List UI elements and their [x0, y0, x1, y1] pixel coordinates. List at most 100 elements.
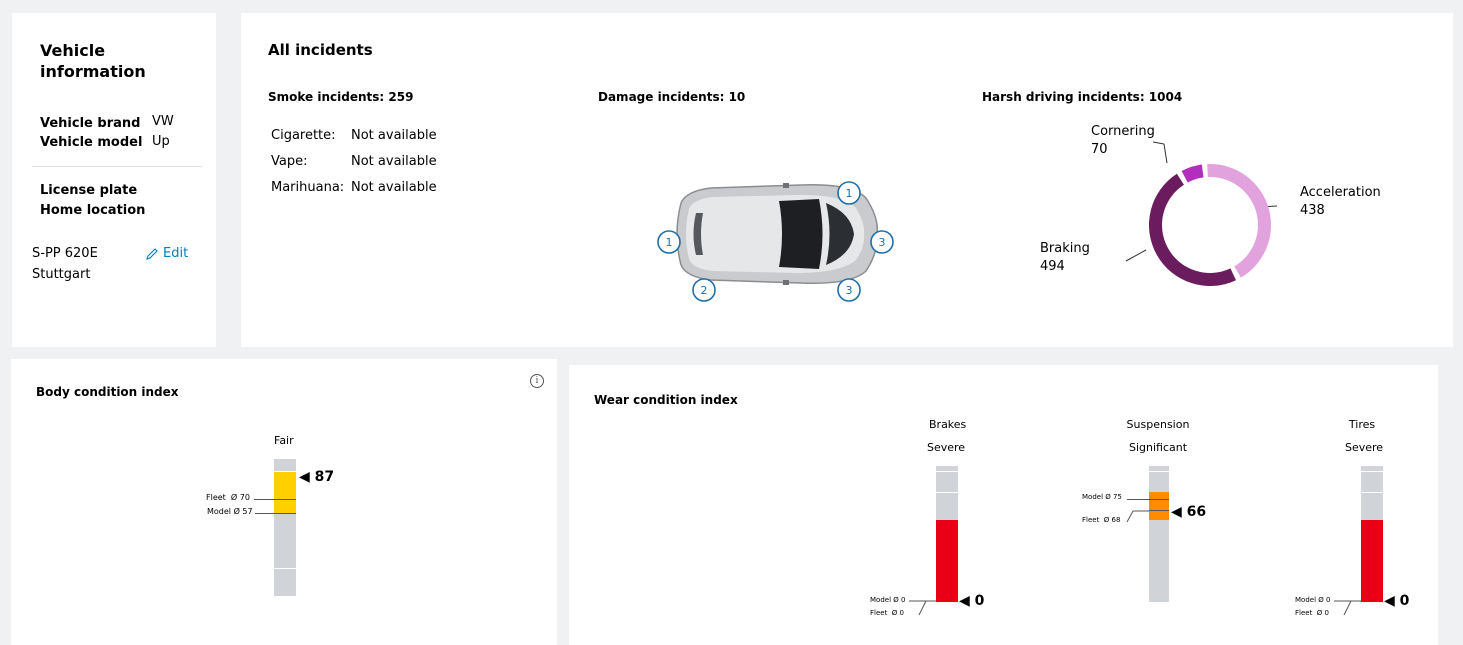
- vehicle-brand-value: VW: [152, 114, 174, 129]
- pointer-icon: ◀: [959, 593, 970, 609]
- damage-marker[interactable]: 3: [837, 278, 861, 302]
- leader-line: [1163, 143, 1168, 164]
- acceleration-label: Acceleration 438: [1300, 185, 1381, 218]
- suspension-gauge: [1149, 466, 1169, 602]
- damage-marker[interactable]: 1: [837, 181, 861, 205]
- smoke-row-value: Not available: [351, 128, 437, 143]
- tires-title: Tires: [1348, 418, 1376, 431]
- tires-fleet-label: Fleet Ø 0: [1295, 609, 1329, 617]
- suspension-status: Significant: [1128, 441, 1188, 454]
- donut-segment-acceleration[interactable]: [1207, 164, 1271, 278]
- suspension-model-label: Model Ø 75: [1082, 493, 1122, 501]
- donut-segment-braking[interactable]: [1149, 173, 1236, 286]
- brakes-fleet-label: Fleet Ø 0: [870, 609, 904, 617]
- wear-condition-card: Wear condition index Brakes Severe ◀ 0 M…: [569, 365, 1438, 645]
- model-average-label: Model Ø 57: [207, 507, 253, 516]
- edit-button[interactable]: Edit: [145, 246, 188, 261]
- edit-label: Edit: [163, 246, 189, 261]
- license-plate-label: License plate: [40, 183, 138, 198]
- vehicle-info-card: Vehicle information Vehicle brand VW Veh…: [12, 13, 216, 347]
- harsh-driving-title: Harsh driving incidents: 1004: [982, 90, 1183, 104]
- info-icon[interactable]: i: [530, 374, 544, 388]
- body-condition-card: Body condition index i Fair ◀ 87 Fleet Ø…: [11, 359, 557, 645]
- damage-marker[interactable]: 1: [657, 230, 681, 254]
- tires-model-label: Model Ø 0: [1295, 596, 1331, 604]
- suspension-title: Suspension: [1126, 418, 1190, 431]
- all-incidents-card: All incidents Smoke incidents: 259 Cigar…: [241, 13, 1453, 347]
- gauge-fill: [1149, 492, 1169, 520]
- suspension-value: ◀ 66: [1171, 504, 1207, 520]
- gauge-divider: [1361, 492, 1383, 493]
- home-location-value: Stuttgart: [32, 267, 91, 282]
- wear-condition-title: Wear condition index: [594, 393, 738, 407]
- fleet-leader-line: [254, 499, 274, 500]
- gauge-divider: [274, 568, 296, 569]
- damage-marker[interactable]: 2: [692, 278, 716, 302]
- tires-value: ◀ 0: [1384, 593, 1410, 609]
- braking-label: Braking 494: [1040, 241, 1090, 274]
- smoke-row: Cigarette: Not available: [271, 123, 437, 149]
- brakes-gauge: [936, 466, 958, 602]
- brakes-value: ◀ 0: [959, 593, 985, 609]
- tires-leader-lines: [1334, 600, 1361, 616]
- smoke-row-label: Marihuana:: [271, 180, 345, 195]
- suspension-fleet-label: Fleet Ø 68: [1082, 516, 1121, 524]
- tires-status: Severe: [1345, 441, 1384, 454]
- fleet-average-label: Fleet Ø 70: [206, 493, 250, 502]
- gauge-fill: [274, 472, 296, 513]
- smoke-row: Vape: Not available: [271, 149, 437, 175]
- smoke-row: Marihuana: Not available: [271, 175, 437, 201]
- leader-line: [1125, 249, 1147, 262]
- smoke-incidents-list: Cigarette: Not available Vape: Not avail…: [271, 123, 437, 201]
- svg-text:1: 1: [666, 236, 673, 249]
- gauge-divider: [1361, 471, 1383, 472]
- gauge-fill: [936, 520, 958, 602]
- gauge-divider: [1149, 471, 1169, 472]
- damage-incidents-title: Damage incidents: 10: [598, 90, 746, 104]
- fleet-leader-line: [1126, 510, 1149, 523]
- pencil-icon: [146, 247, 158, 260]
- model-leader-line: [1127, 499, 1149, 500]
- license-plate-value: S-PP 620E: [32, 246, 98, 261]
- model-marker-line: [1149, 499, 1169, 500]
- smoke-row-label: Cigarette:: [271, 128, 336, 143]
- home-location-label: Home location: [40, 203, 146, 218]
- brakes-title: Brakes: [929, 418, 967, 431]
- all-incidents-title: All incidents: [268, 41, 373, 59]
- svg-text:1: 1: [846, 187, 853, 200]
- body-condition-gauge: [274, 459, 296, 596]
- car-damage-diagram: 1 1 2 3 3: [657, 181, 894, 302]
- smoke-row-label: Vape:: [271, 154, 308, 169]
- fleet-marker-line: [274, 499, 296, 500]
- donut-segment-cornering[interactable]: [1181, 164, 1204, 183]
- tires-gauge: [1361, 466, 1383, 602]
- brakes-leader-lines: [909, 600, 936, 616]
- gauge-divider: [936, 471, 958, 472]
- pointer-icon: ◀: [1171, 504, 1182, 520]
- brakes-model-label: Model Ø 0: [870, 596, 906, 604]
- fleet-marker-line: [1149, 510, 1169, 511]
- cornering-label: Cornering 70: [1091, 124, 1155, 157]
- svg-text:3: 3: [879, 236, 886, 249]
- smoke-incidents-title: Smoke incidents: 259: [268, 90, 414, 104]
- vehicle-info-title: Vehicle information: [40, 41, 146, 81]
- divider: [32, 166, 202, 167]
- body-condition-value: ◀ 87: [299, 469, 335, 485]
- pointer-icon: ◀: [1384, 593, 1395, 609]
- damage-marker[interactable]: 3: [870, 230, 894, 254]
- pointer-icon: ◀: [299, 469, 310, 485]
- svg-text:2: 2: [701, 284, 708, 297]
- brakes-status: Severe: [927, 441, 966, 454]
- gauge-fill: [1361, 520, 1383, 602]
- vehicle-model-value: Up: [152, 134, 170, 149]
- body-condition-status: Fair: [274, 434, 294, 447]
- svg-text:3: 3: [846, 284, 853, 297]
- smoke-row-value: Not available: [351, 180, 437, 195]
- vehicle-brand-label: Vehicle brand: [40, 116, 141, 131]
- body-condition-title: Body condition index: [36, 385, 179, 399]
- vehicle-model-label: Vehicle model: [40, 135, 143, 150]
- model-leader-line: [255, 513, 274, 514]
- smoke-row-value: Not available: [351, 154, 437, 169]
- gauge-divider: [936, 492, 958, 493]
- model-marker-line: [274, 513, 296, 514]
